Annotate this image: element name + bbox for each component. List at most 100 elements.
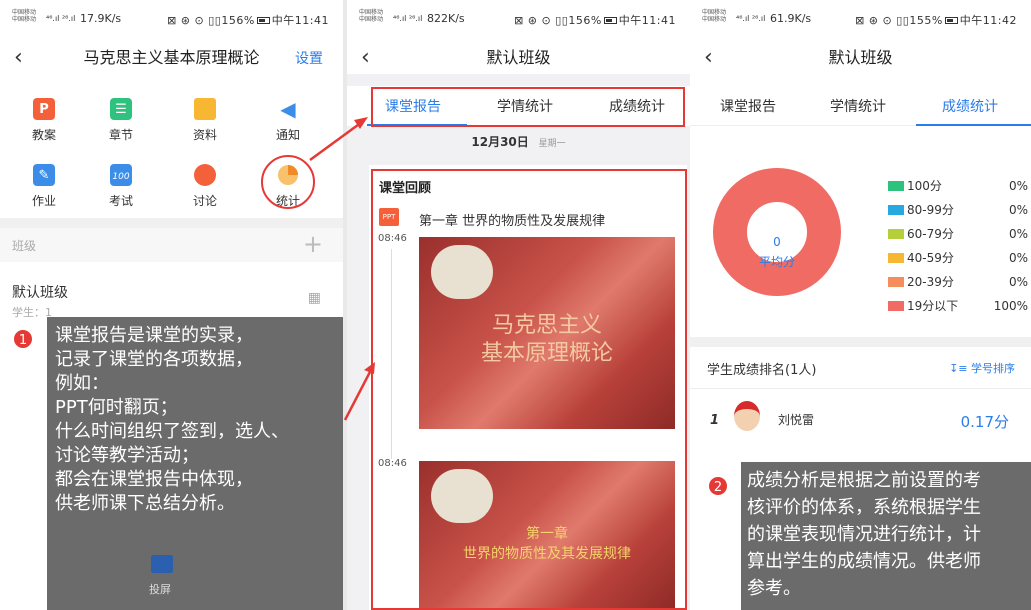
status-right: ⊠ ⊛ ⊙ ▯▯155% 中午11:42 bbox=[855, 12, 1017, 28]
network-speed: 17.9K/s bbox=[80, 12, 122, 25]
exam-icon: 100 bbox=[110, 164, 132, 186]
signal-icon: ⁴⁶.ıl ²⁶.ıl bbox=[736, 14, 766, 23]
section-label: 班级 bbox=[12, 239, 37, 253]
ranking-heading: 学生成绩排名(1人) bbox=[707, 363, 817, 378]
homework-icon: ✎ bbox=[33, 164, 55, 186]
screen-cast-label[interactable]: 投屏 bbox=[149, 583, 171, 597]
grid-item-notice[interactable]: ◀ 通知 bbox=[253, 98, 323, 143]
legend-pct: 0% bbox=[1008, 227, 1028, 241]
legend-pct: 0% bbox=[1008, 251, 1028, 265]
average-score-value: 0 bbox=[773, 235, 781, 249]
qr-code-icon[interactable]: ▦ bbox=[308, 290, 321, 306]
nav-bar: ‹ 马克思主义基本原理概论 设置 bbox=[0, 44, 343, 74]
legend-item: 80-99分 0% bbox=[888, 202, 1028, 218]
add-class-icon[interactable]: + bbox=[303, 230, 323, 258]
grid-label: 讨论 bbox=[192, 194, 217, 208]
chapter-icon: ☰ bbox=[110, 98, 132, 120]
callout-line: 记录了课堂的各项数据， bbox=[55, 349, 253, 370]
sort-button[interactable]: ↧≡ 学号排序 bbox=[949, 360, 1015, 376]
status-icons: ⊠ ⊛ ⊙ ▯▯155% bbox=[855, 14, 943, 27]
divider bbox=[690, 337, 1031, 347]
callout-line: 的课堂表现情况进行统计，计 bbox=[747, 524, 981, 545]
callout-line: 算出学生的成绩情况。供老师 bbox=[747, 551, 981, 572]
folder-icon bbox=[194, 98, 216, 120]
network-speed: 61.9K/s bbox=[770, 12, 812, 25]
nav-bar: ‹ 默认班级 bbox=[347, 44, 690, 74]
megaphone-icon: ◀ bbox=[280, 97, 296, 121]
legend-item: 100分 0% bbox=[888, 178, 1028, 194]
grid-item-chapter[interactable]: ☰ 章节 bbox=[86, 98, 156, 143]
grid-item-homework[interactable]: ✎ 作业 bbox=[9, 164, 79, 209]
active-tab-indicator bbox=[916, 124, 1031, 126]
signal-icon: ⁴⁶.ıl ²⁶.ıl bbox=[46, 14, 76, 23]
legend-item: 40-59分 0% bbox=[888, 250, 1028, 266]
tab-classroom-report[interactable]: 课堂报告 bbox=[720, 96, 776, 116]
student-count: 学生：1 bbox=[12, 306, 52, 319]
grid-label: 章节 bbox=[108, 128, 133, 142]
class-list-item[interactable]: 默认班级 学生：1 ▦ bbox=[0, 262, 343, 322]
grade-statistics-panel: 中国移动 中国移动 ⁴⁶.ıl ²⁶.ıl 61.9K/s ⊠ ⊛ ⊙ ▯▯15… bbox=[690, 0, 1031, 610]
settings-button[interactable]: 设置 bbox=[295, 48, 323, 68]
student-name: 刘悦雷 bbox=[778, 413, 815, 427]
grid-item-exam[interactable]: 100 考试 bbox=[86, 164, 156, 209]
status-icons: ⊠ ⊛ ⊙ ▯▯156% bbox=[514, 14, 602, 27]
status-icons: ⊠ ⊛ ⊙ ▯▯156% bbox=[167, 14, 255, 27]
classroom-report-panel: 中国移动 中国移动 ⁴⁶.ıl ²⁶.ıl 822K/s ⊠ ⊛ ⊙ ▯▯156… bbox=[347, 0, 690, 610]
explanation-callout: 课堂报告是课堂的实录， 记录了课堂的各项数据， 例如： PPT何时翻页； 什么时… bbox=[47, 317, 343, 610]
callout-line: 都会在课堂报告中体现， bbox=[55, 469, 253, 490]
class-name: 默认班级 bbox=[12, 285, 68, 301]
grid-label: 资料 bbox=[192, 128, 217, 142]
page-title: 马克思主义基本原理概论 bbox=[83, 48, 260, 67]
callout-line: 核评价的体系，系统根据学生 bbox=[747, 497, 981, 518]
callout-line: PPT何时翻页； bbox=[55, 397, 178, 418]
clock: 中午11:41 bbox=[618, 14, 676, 27]
page-title: 默认班级 bbox=[486, 48, 551, 67]
grid-label: 通知 bbox=[275, 128, 300, 142]
divider bbox=[0, 218, 343, 228]
discussion-icon bbox=[194, 164, 216, 186]
legend-label: 80-99分 bbox=[907, 203, 954, 217]
tab-grade-stats[interactable]: 成绩统计 bbox=[942, 96, 998, 116]
sort-icon: ↧≡ bbox=[949, 362, 971, 375]
battery-icon bbox=[944, 17, 958, 24]
grade-donut-chart bbox=[713, 168, 841, 296]
legend-pct: 0% bbox=[1008, 203, 1028, 217]
screen-cast-icon[interactable] bbox=[151, 555, 173, 573]
legend-label: 100分 bbox=[907, 179, 942, 193]
grid-item-lesson-plan[interactable]: P 教案 bbox=[9, 98, 79, 143]
ranking-header: 学生成绩排名(1人) ↧≡ 学号排序 bbox=[690, 347, 1031, 389]
rank-number: 1 bbox=[710, 413, 720, 428]
carrier-label: 中国移动 中国移动 bbox=[702, 9, 727, 23]
status-bar: 中国移动 中国移动 ⁴⁶.ıl ²⁶.ıl 61.9K/s ⊠ ⊛ ⊙ ▯▯15… bbox=[690, 0, 1031, 44]
grid-item-resources[interactable]: 资料 bbox=[170, 98, 240, 143]
callout-line: 参考。 bbox=[747, 578, 801, 599]
legend-swatch bbox=[888, 277, 904, 287]
legend-swatch bbox=[888, 205, 904, 215]
carrier-label: 中国移动 中国移动 bbox=[359, 9, 384, 23]
sort-label: 学号排序 bbox=[971, 362, 1015, 375]
course-home-panel: 中国移动 中国移动 ⁴⁶.ıl ²⁶.ıl 17.9K/s ⊠ ⊛ ⊙ ▯▯15… bbox=[0, 0, 343, 610]
report-date: 12月30日 bbox=[471, 135, 529, 149]
legend-label: 20-39分 bbox=[907, 275, 954, 289]
step-badge: 2 bbox=[707, 475, 729, 497]
callout-line: 成绩分析是根据之前设置的考 bbox=[747, 470, 981, 491]
tab-learning-stats[interactable]: 学情统计 bbox=[830, 96, 886, 116]
legend-swatch bbox=[888, 229, 904, 239]
status-bar: 中国移动 中国移动 ⁴⁶.ıl ²⁶.ıl 17.9K/s ⊠ ⊛ ⊙ ▯▯15… bbox=[0, 0, 343, 44]
callout-line: 课堂报告是课堂的实录， bbox=[55, 325, 253, 346]
page-title: 默认班级 bbox=[828, 48, 893, 67]
student-score: 0.17分 bbox=[960, 413, 1009, 431]
signal-icon: ⁴⁶.ıl ²⁶.ıl bbox=[393, 14, 423, 23]
carrier-label: 中国移动 中国移动 bbox=[12, 9, 37, 23]
battery-icon bbox=[603, 17, 617, 24]
legend-swatch bbox=[888, 181, 904, 191]
callout-line: 供老师课下总结分析。 bbox=[55, 493, 235, 514]
callout-line: 例如： bbox=[55, 373, 109, 394]
clock: 中午11:41 bbox=[271, 14, 329, 27]
legend-pct: 0% bbox=[1008, 275, 1028, 289]
legend-label: 40-59分 bbox=[907, 251, 954, 265]
class-section-header: 班级 + bbox=[0, 228, 343, 262]
grid-item-discussion[interactable]: 讨论 bbox=[170, 164, 240, 209]
legend-item: 20-39分 0% bbox=[888, 274, 1028, 290]
student-rank-row[interactable]: 1 刘悦雷 0.17分 bbox=[690, 389, 1031, 451]
